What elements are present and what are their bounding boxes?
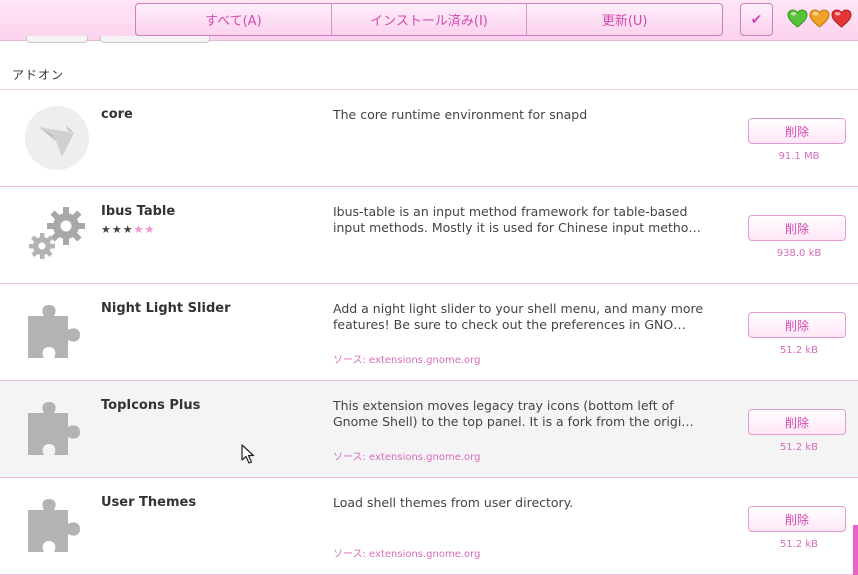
addon-row[interactable]: TopIcons Plus This extension moves legac…: [0, 381, 858, 478]
addon-description: This extension moves legacy tray icons (…: [333, 398, 723, 430]
addon-source: ソース: extensions.gnome.org: [333, 549, 481, 560]
addon-source: ソース: extensions.gnome.org: [333, 355, 481, 366]
scrollbar-indicator[interactable]: [853, 525, 858, 575]
scrolled-button-edge: [26, 36, 88, 43]
description-line: The core runtime environment for snapd: [333, 107, 588, 122]
addon-list: core The core runtime environment for sn…: [0, 89, 858, 575]
addon-description: The core runtime environment for snapd: [333, 107, 723, 123]
checkmark-icon: ✔: [750, 11, 763, 28]
rating-stars: ★★★★★: [101, 223, 155, 236]
addon-size: 938.0 kB: [776, 248, 822, 259]
addon-row[interactable]: core The core runtime environment for sn…: [0, 89, 858, 187]
addon-row[interactable]: Ibus Table ★★★★★ Ibus-table is an input …: [0, 187, 858, 284]
tab-updates[interactable]: 更新(U): [527, 4, 722, 35]
stars-filled: ★★★: [101, 223, 134, 236]
minimize-heart-icon[interactable]: [787, 9, 808, 28]
addon-description: Add a night light slider to your shell m…: [333, 301, 723, 333]
remove-button[interactable]: 削除: [748, 409, 846, 435]
addon-name: Ibus Table: [101, 204, 176, 219]
remove-button[interactable]: 削除: [748, 215, 846, 241]
description-line: Ibus-table is an input method framework …: [333, 204, 688, 219]
view-switcher: すべて(A) インストール済み(I) 更新(U): [135, 3, 723, 36]
maximize-heart-icon[interactable]: [809, 9, 830, 28]
addon-size: 91.1 MB: [778, 151, 820, 162]
addon-name: User Themes: [101, 495, 197, 510]
addon-description: Load shell themes from user directory.: [333, 495, 723, 511]
gears-icon: [29, 207, 85, 259]
mouse-cursor-icon: [241, 444, 255, 464]
select-mode-button[interactable]: ✔: [740, 3, 773, 36]
remove-button[interactable]: 削除: [748, 118, 846, 144]
window-controls: [787, 9, 852, 28]
section-title: アドオン: [12, 68, 65, 82]
header-bar: すべて(A) インストール済み(I) 更新(U) ✔: [0, 0, 858, 41]
addon-size: 51.2 kB: [779, 442, 819, 453]
scrolled-button-edge: [100, 36, 210, 43]
tab-all[interactable]: すべて(A): [136, 4, 332, 35]
puzzle-icon: [28, 402, 80, 455]
addon-name: core: [101, 107, 133, 122]
stars-empty: ★★: [133, 223, 156, 236]
addon-size: 51.2 kB: [779, 345, 819, 356]
description-line: Add a night light slider to your shell m…: [333, 301, 704, 316]
description-line: input methods. Mostly it is used for Chi…: [333, 220, 701, 235]
addon-description: Ibus-table is an input method framework …: [333, 204, 723, 236]
addon-size: 51.2 kB: [779, 539, 819, 550]
description-line: Gnome Shell) to the top panel. It is a f…: [333, 414, 694, 429]
remove-button[interactable]: 削除: [748, 312, 846, 338]
description-line: features! Be sure to check out the prefe…: [333, 317, 686, 332]
snapd-bird-icon: [25, 106, 89, 170]
addon-row[interactable]: User Themes Load shell themes from user …: [0, 478, 858, 575]
description-line: Load shell themes from user directory.: [333, 495, 574, 510]
addon-source: ソース: extensions.gnome.org: [333, 452, 481, 463]
tab-installed[interactable]: インストール済み(I): [332, 4, 528, 35]
addon-name: TopIcons Plus: [101, 398, 201, 413]
addon-row[interactable]: Night Light Slider Add a night light sli…: [0, 284, 858, 381]
puzzle-icon: [28, 499, 80, 552]
close-heart-icon[interactable]: [831, 9, 852, 28]
addon-name: Night Light Slider: [101, 301, 231, 316]
puzzle-icon: [28, 305, 80, 358]
description-line: This extension moves legacy tray icons (…: [333, 398, 674, 413]
remove-button[interactable]: 削除: [748, 506, 846, 532]
